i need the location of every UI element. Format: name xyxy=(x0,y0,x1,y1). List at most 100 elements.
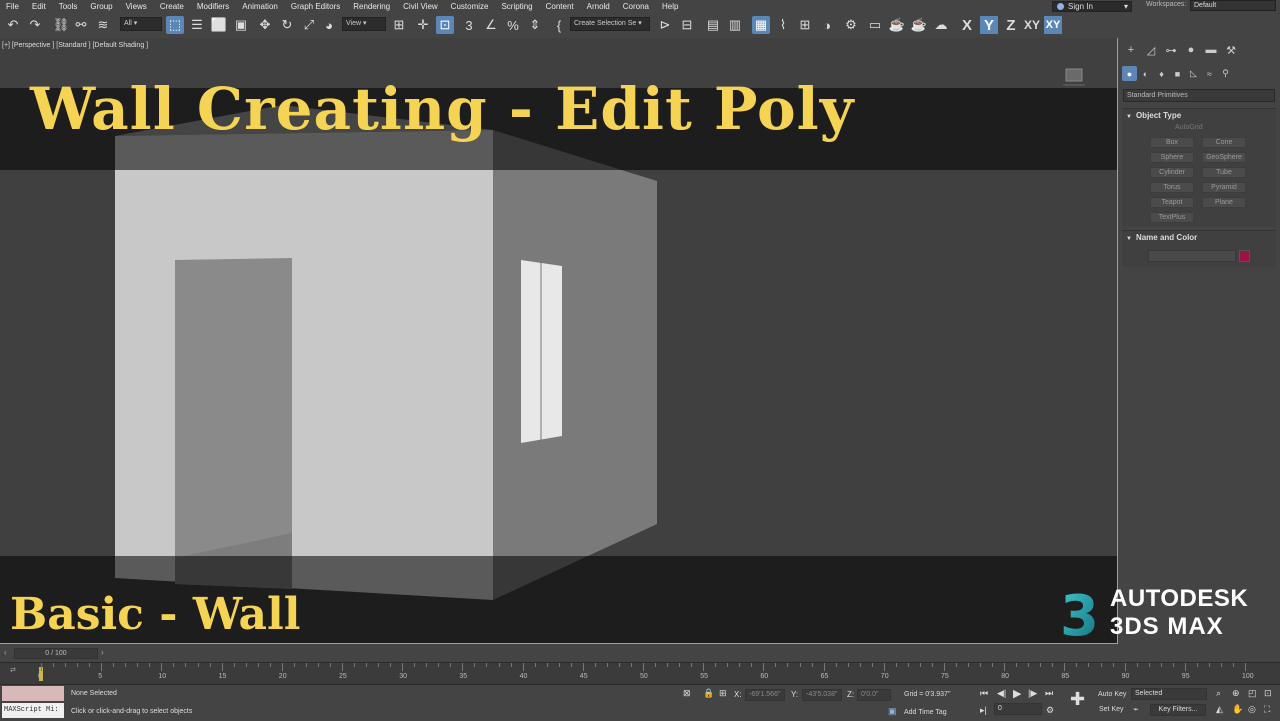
pan-icon[interactable]: ✋ xyxy=(1232,704,1243,715)
menu-create[interactable]: Create xyxy=(154,2,191,11)
menu-animation[interactable]: Animation xyxy=(236,2,285,11)
axis-y-constraint[interactable]: Y xyxy=(980,16,998,34)
play-icon[interactable]: ▶ xyxy=(1013,687,1021,700)
window-crossing-icon[interactable]: ▣ xyxy=(232,16,250,34)
systems-icon[interactable]: ⚲ xyxy=(1218,66,1233,81)
mini-curve-toggle-icon[interactable]: ⇄ xyxy=(10,666,16,674)
object-color-swatch[interactable] xyxy=(1239,250,1250,262)
space-warps-icon[interactable]: ≈ xyxy=(1202,66,1217,81)
scene-explorer-icon[interactable]: ▤ xyxy=(704,16,722,34)
box-button[interactable]: Box xyxy=(1150,137,1194,148)
menu-tools[interactable]: Tools xyxy=(53,2,85,11)
placement-icon[interactable]: ◕ xyxy=(320,16,338,34)
teapot-button[interactable]: Teapot xyxy=(1150,197,1194,208)
percent-snap-icon[interactable]: % xyxy=(504,16,522,34)
viewcube-icon[interactable] xyxy=(1060,65,1088,87)
spinner-snap-icon[interactable]: ⇕ xyxy=(526,16,544,34)
go-to-start-icon[interactable]: ⏮ xyxy=(980,688,988,699)
geosphere-button[interactable]: GeoSphere xyxy=(1202,152,1246,163)
menu-graph-editors[interactable]: Graph Editors xyxy=(285,2,347,11)
textplus-button[interactable]: TextPlus xyxy=(1150,212,1194,223)
material-editor-icon[interactable]: ◑ xyxy=(818,16,836,34)
align-icon[interactable]: ⊟ xyxy=(678,16,696,34)
axis-xy-toggle-icon[interactable]: XY xyxy=(1044,16,1062,34)
undo-icon[interactable]: ↶ xyxy=(4,16,22,34)
schematic-view-icon[interactable]: ⊞ xyxy=(796,16,814,34)
sphere-button[interactable]: Sphere xyxy=(1150,152,1194,163)
time-configuration-icon[interactable]: ⚙ xyxy=(1046,705,1054,716)
object-name-field[interactable] xyxy=(1148,250,1236,262)
selection-filter-dropdown[interactable]: All ▾ xyxy=(120,17,162,31)
y-coordinate[interactable]: -43'5.038" xyxy=(802,689,842,701)
zoom-extents-icon[interactable]: ◰ xyxy=(1248,688,1257,699)
menu-views[interactable]: Views xyxy=(120,2,154,11)
maxscript-listener[interactable] xyxy=(2,686,64,701)
current-frame-field[interactable]: 0 xyxy=(994,703,1042,715)
viewport-label[interactable]: [+] [Perspective ] [Standard ] [Default … xyxy=(2,42,148,49)
angle-snap-icon[interactable]: ∠ xyxy=(482,16,500,34)
menu-civil-view[interactable]: Civil View xyxy=(397,2,445,11)
menu-help[interactable]: Help xyxy=(656,2,685,11)
pyramid-button[interactable]: Pyramid xyxy=(1202,182,1246,193)
named-selection-set-dropdown[interactable]: Create Selection Se ▾ xyxy=(570,17,650,31)
zoom-extents-all-icon[interactable]: ⊡ xyxy=(1264,688,1272,699)
modify-tab-icon[interactable]: ◿ xyxy=(1142,42,1160,58)
object-type-header[interactable]: ▼ Object Type xyxy=(1122,109,1276,122)
scale-icon[interactable]: ⤢ xyxy=(300,16,318,34)
auto-key-button[interactable]: Auto Key xyxy=(1098,689,1126,701)
motion-tab-icon[interactable]: ● xyxy=(1182,42,1200,58)
axis-z-constraint[interactable]: Z xyxy=(1002,16,1020,34)
menu-corona[interactable]: Corona xyxy=(617,2,656,11)
cone-button[interactable]: Cone xyxy=(1202,137,1246,148)
rendered-frame-window-icon[interactable]: ▭ xyxy=(866,16,884,34)
shapes-icon[interactable]: ◐ xyxy=(1138,66,1153,81)
render-in-cloud-icon[interactable]: ☁ xyxy=(932,16,950,34)
plane-button[interactable]: Plane xyxy=(1202,197,1246,208)
maxscript-mini-listener[interactable]: MAXScript Mi: xyxy=(2,703,64,718)
workspace-dropdown[interactable]: Default xyxy=(1190,0,1276,11)
zoom-all-icon[interactable]: ⊕ xyxy=(1232,688,1240,699)
menu-customize[interactable]: Customize xyxy=(445,2,496,11)
menu-scripting[interactable]: Scripting xyxy=(495,2,539,11)
next-frame-icon[interactable]: |▶ xyxy=(1028,688,1037,699)
axis-x-constraint[interactable]: X xyxy=(958,16,976,34)
track-bar[interactable]: ⇄ 0 5 10 15 20 25 30 35 40 45 50 55 60 65 70 75 80 85 90 95… xyxy=(0,662,1280,685)
sign-in-button[interactable]: Sign In ▾ xyxy=(1052,0,1132,12)
zoom-icon[interactable]: ⌕ xyxy=(1216,688,1221,699)
object-category-dropdown[interactable]: Standard Primitives xyxy=(1123,89,1275,102)
snaps-toggle-icon[interactable]: 3 xyxy=(460,16,478,34)
x-coordinate[interactable]: -69'1.566" xyxy=(745,689,785,701)
torus-button[interactable]: Torus xyxy=(1150,182,1194,193)
cylinder-button[interactable]: Cylinder xyxy=(1150,167,1194,178)
hierarchy-tab-icon[interactable]: ⊶ xyxy=(1162,42,1180,58)
render-production-icon[interactable]: ☕ xyxy=(888,16,906,34)
name-and-color-header[interactable]: ▼ Name and Color xyxy=(1122,231,1276,244)
time-slider[interactable]: ‹ 0 / 100 › xyxy=(0,644,1280,662)
key-mode-dropdown[interactable]: Selected xyxy=(1131,688,1207,700)
utilities-tab-icon[interactable]: ⚒ xyxy=(1222,42,1240,58)
lights-icon[interactable]: ♦ xyxy=(1154,66,1169,81)
absolute-mode-icon[interactable]: ⊞ xyxy=(719,688,727,699)
move-icon[interactable]: ✥ xyxy=(256,16,274,34)
bind-space-warp-icon[interactable]: ≋ xyxy=(94,16,112,34)
key-mode-icon[interactable]: ▸| xyxy=(980,705,987,716)
z-coordinate[interactable]: 0'0.0" xyxy=(857,689,891,701)
render-iterative-icon[interactable]: ☕ xyxy=(910,16,928,34)
display-tab-icon[interactable]: ▬ xyxy=(1202,42,1220,58)
ribbon-toggle-icon[interactable]: ▦ xyxy=(752,16,770,34)
time-slider-thumb[interactable]: 0 / 100 xyxy=(14,648,98,659)
default-in-out-tangents-icon[interactable]: ⌁ xyxy=(1133,704,1138,715)
unlink-icon[interactable]: ⚯ xyxy=(72,16,90,34)
reference-coordinate-dropdown[interactable]: View ▾ xyxy=(342,17,386,31)
orbit-icon[interactable]: ◎ xyxy=(1248,704,1256,715)
mirror-icon[interactable]: ⊳ xyxy=(656,16,674,34)
layer-explorer-icon[interactable]: ▥ xyxy=(726,16,744,34)
time-slider-next-icon[interactable]: › xyxy=(101,648,104,657)
field-of-view-icon[interactable]: ◭ xyxy=(1216,704,1223,715)
menu-arnold[interactable]: Arnold xyxy=(581,2,617,11)
select-manipulate-icon[interactable]: ✛ xyxy=(414,16,432,34)
edit-named-selection-icon[interactable]: { xyxy=(550,16,568,34)
isolate-selection-icon[interactable]: ⊠ xyxy=(683,688,691,699)
render-setup-icon[interactable]: ⚙ xyxy=(842,16,860,34)
set-key-button[interactable]: Set Key xyxy=(1099,704,1124,716)
